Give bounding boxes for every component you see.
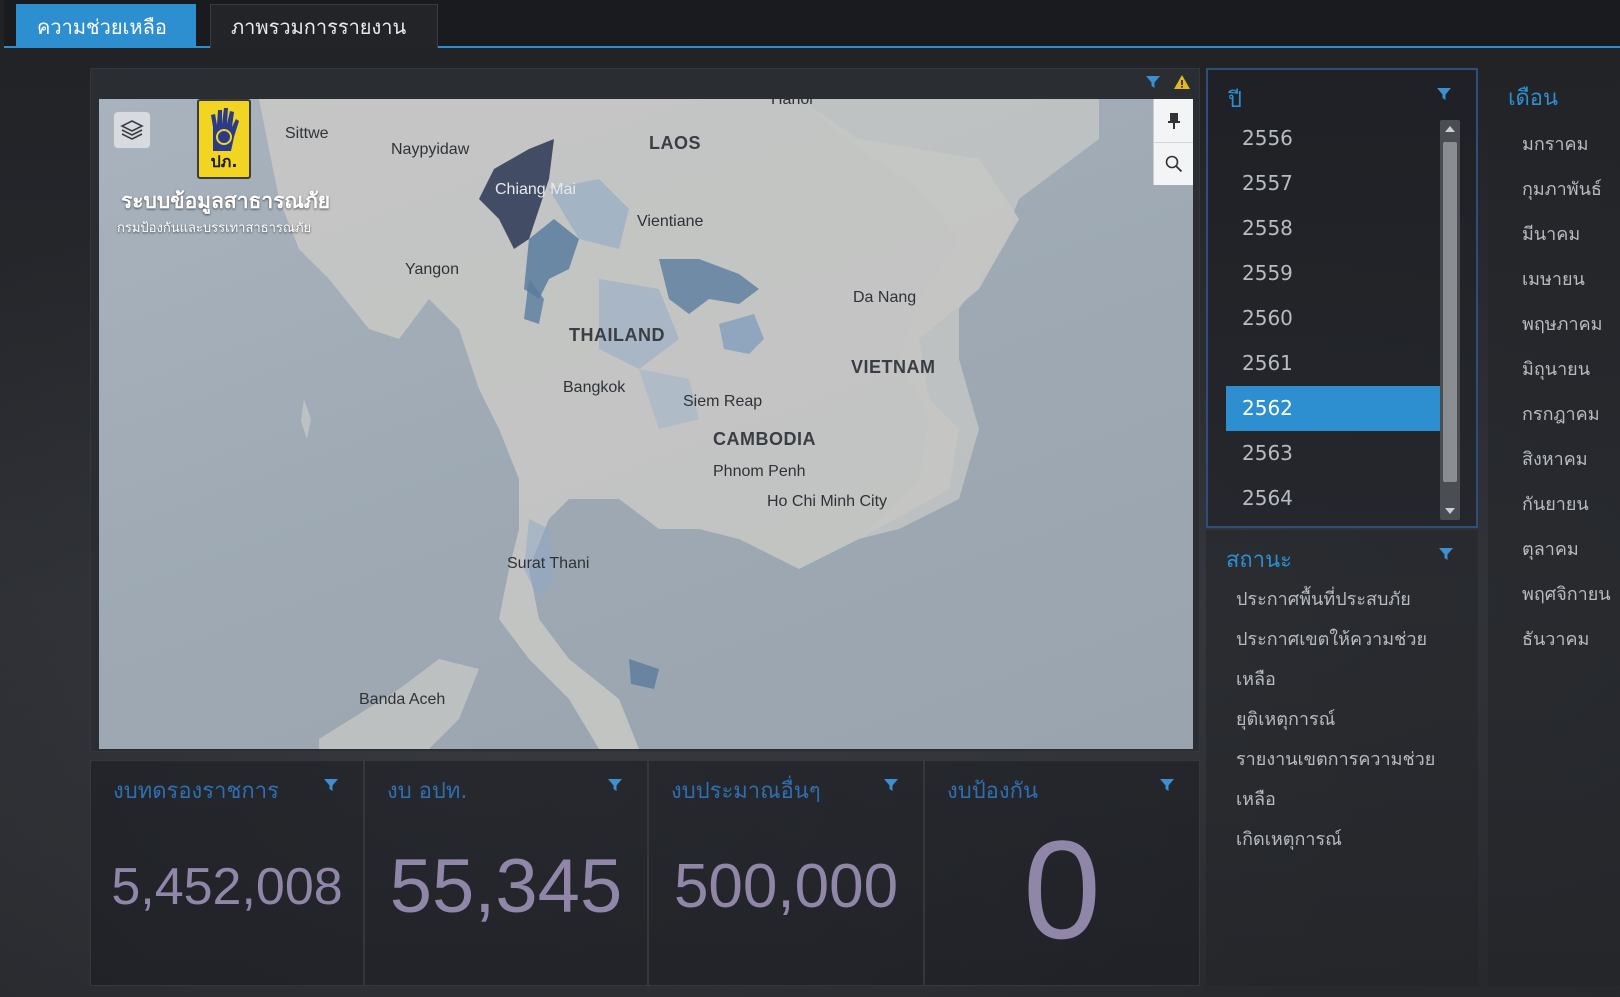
filter-icon[interactable] [323,777,339,797]
year-item-2559[interactable]: 2559 [1226,251,1448,296]
filter-icon[interactable] [607,777,623,797]
status-list: ประกาศพื้นที่ประสบภัย ประกาศเขตให้ความช่… [1236,580,1466,860]
month-item[interactable]: สิงหาคม [1522,437,1611,482]
brand-title: ระบบข้อมูลสาธารณภัย [121,189,331,213]
map-label-vietnam: VIETNAM [851,357,936,377]
map-label-surat-thani: Surat Thani [507,555,590,572]
kpi-value: 5,452,008 [111,858,343,916]
kpi-row: งบทดรองราชการ 5,452,008 งบ อปท. 55,345 ง… [90,760,1200,986]
month-item[interactable]: กุมภาพันธ์ [1522,167,1611,212]
status-item[interactable]: ประกาศเขตให้ความช่วยเหลือ [1236,620,1466,700]
month-item[interactable]: ตุลาคม [1522,527,1611,572]
map-label-thailand: THAILAND [569,325,665,345]
month-slicer: เดือน มกราคม กุมภาพันธ์ มีนาคม เมษายน พฤ… [1488,68,1620,986]
map-label-da-nang: Da Nang [853,289,917,306]
year-item-2563[interactable]: 2563 [1226,431,1448,476]
kpi-title: งบทดรองราชการ [113,779,279,804]
kpi-title: งบ อปท. [387,779,468,804]
filter-icon[interactable] [1159,777,1175,797]
month-item[interactable]: มีนาคม [1522,212,1611,257]
status-slicer-title: สถานะ [1226,548,1292,573]
map-label-ho-chi-minh: Ho Chi Minh City [767,493,888,510]
filter-icon[interactable] [1436,86,1452,106]
map-toolbar [1153,99,1193,185]
month-item[interactable]: พฤษภาคม [1522,302,1611,347]
map-label-cambodia: CAMBODIA [713,429,816,449]
dpm-logo: ปภ. [197,99,251,179]
month-item[interactable]: กรกฎาคม [1522,392,1611,437]
scroll-down-icon[interactable] [1445,508,1455,514]
month-item[interactable]: ธันวาคม [1522,617,1611,662]
pin-icon [1168,112,1180,129]
status-item[interactable]: รายงานเขตการความช่วยเหลือ [1236,740,1466,820]
kpi-card-advance-budget: งบทดรองราชการ 5,452,008 [90,760,364,986]
tab-help[interactable]: ความช่วยเหลือ [16,4,196,48]
month-item[interactable]: กันยายน [1522,482,1611,527]
map-label-banda-aceh: Banda Aceh [359,691,446,708]
year-scrollbar[interactable] [1440,120,1460,520]
pin-button[interactable] [1154,99,1193,142]
kpi-value: 55,345 [389,844,623,929]
map-label-chiang-mai: Chiang Mai [495,181,576,198]
month-item[interactable]: พฤศจิกายน [1522,572,1611,617]
map-panel: ปภ. ระบบข้อมูลสาธารณภัย กรมป้องกันและบรร… [90,68,1200,752]
year-item-2562[interactable]: 2562 [1226,386,1448,431]
map-label-vientiane: Vientiane [637,213,704,230]
kpi-card-prevention-budget: งบป้องกัน 0 [924,760,1200,986]
filter-icon[interactable] [1144,73,1162,91]
tab-report-overview[interactable]: ภาพรวมการรายงาน [210,4,438,48]
kpi-value: 500,000 [673,852,899,921]
map-label-bangkok: Bangkok [563,379,626,396]
year-item-2560[interactable]: 2560 [1226,296,1448,341]
map-label-siem-reap: Siem Reap [683,393,763,410]
year-slicer-title: ปี [1228,88,1242,113]
layers-icon [120,120,144,140]
month-slicer-title: เดือน [1508,86,1559,111]
tab-bar: ความช่วยเหลือ ภาพรวมการรายงาน [4,0,1620,48]
year-list: 2556 2557 2558 2559 2560 2561 2562 2563 … [1226,116,1448,521]
map-label-sittwe: Sittwe [285,125,329,142]
status-slicer: สถานะ ประกาศพื้นที่ประสบภัย ประกาศเขตให้… [1206,530,1478,986]
layers-button[interactable] [113,111,151,149]
year-item-2564[interactable]: 2564 [1226,476,1448,521]
map-label-laos: LAOS [649,133,702,153]
filter-icon[interactable] [883,777,899,797]
scroll-up-icon[interactable] [1445,126,1455,132]
kpi-value: 0 [1023,811,1101,968]
year-item-2556[interactable]: 2556 [1226,116,1448,161]
status-item[interactable]: ยุติเหตุการณ์ [1236,700,1466,740]
scroll-thumb[interactable] [1443,142,1457,482]
choropleth-map[interactable]: ปภ. ระบบข้อมูลสาธารณภัย กรมป้องกันและบรร… [99,99,1193,749]
year-item-2561[interactable]: 2561 [1226,341,1448,386]
map-label-phnom-penh: Phnom Penh [713,463,806,480]
search-map-button[interactable] [1154,142,1193,185]
month-list: มกราคม กุมภาพันธ์ มีนาคม เมษายน พฤษภาคม … [1522,122,1611,662]
brand-subtitle: กรมป้องกันและบรรเทาสาธารณภัย [117,221,312,236]
hand-emblem-icon [211,108,239,151]
map-label-hanoi: Hanoi [771,99,813,108]
month-item[interactable]: เมษายน [1522,257,1611,302]
month-item[interactable]: มกราคม [1522,122,1611,167]
year-item-2558[interactable]: 2558 [1226,206,1448,251]
kpi-title: งบประมาณอื่นๆ [671,779,821,804]
year-item-2557[interactable]: 2557 [1226,161,1448,206]
status-item[interactable]: เกิดเหตุการณ์ [1236,820,1466,860]
status-item[interactable]: ประกาศพื้นที่ประสบภัย [1236,580,1466,620]
warning-icon[interactable] [1173,73,1191,91]
search-icon [1165,155,1183,173]
map-label-yangon: Yangon [405,261,459,278]
logo-abbreviation: ปภ. [210,152,238,171]
map-header-icons [1138,73,1191,95]
map-label-naypyidaw: Naypyidaw [391,141,470,158]
kpi-card-local-budget: งบ อปท. 55,345 [364,760,648,986]
kpi-card-other-budget: งบประมาณอื่นๆ 500,000 [648,760,924,986]
filter-icon[interactable] [1438,546,1454,566]
kpi-title: งบป้องกัน [947,779,1038,804]
year-slicer: ปี 2556 2557 2558 2559 2560 2561 2562 25… [1206,68,1478,528]
month-item[interactable]: มิถุนายน [1522,347,1611,392]
